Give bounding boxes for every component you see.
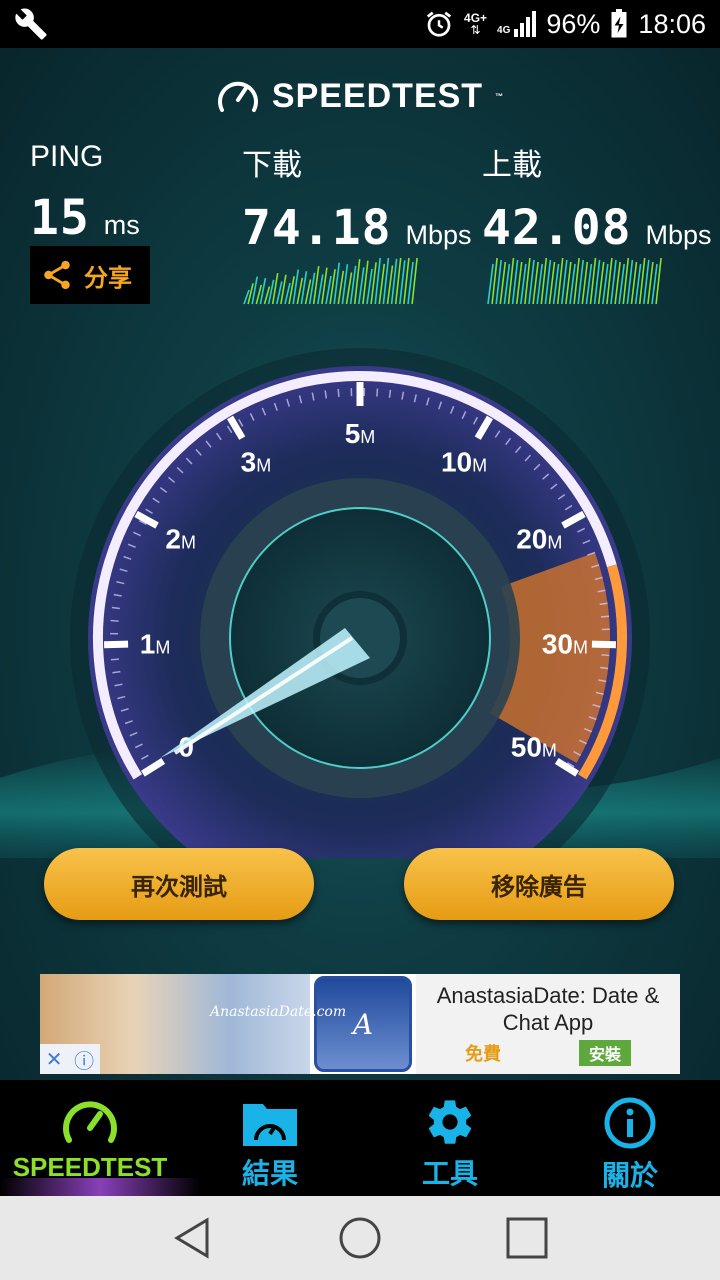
bottom-nav: SPEEDTEST 結果 工具 關於 [0,1080,720,1196]
share-icon [44,260,70,290]
upload-value: 42.08 [482,200,632,256]
ad-banner[interactable]: AnastasiaDate.com ✕ ⓘ A AnastasiaDate: D… [40,974,680,1074]
gauge-minor-tick [337,388,340,397]
gauge-minor-tick [110,658,119,661]
nav-about[interactable]: 關於 [540,1080,720,1196]
gear-icon [428,1100,472,1144]
nav-results[interactable]: 結果 [180,1080,360,1196]
download-unit: Mbps [405,220,472,250]
brand-name: SPEEDTEST [271,76,484,115]
nav-tools[interactable]: 工具 [360,1080,540,1196]
gauge-minor-tick [111,606,120,610]
ad-free-label: 免費 [464,1044,501,1065]
gauge-minor-tick [388,389,392,398]
ad-app-icon: A [314,976,412,1072]
battery-percent: 96% [546,8,601,39]
gauge-minor-tick [600,666,609,670]
folder-gauge-icon [243,1104,297,1146]
ping-metric: PING 15 ms [30,140,140,246]
battery-charging-icon [611,9,627,38]
main-panel: SPEEDTEST ™ PING 15 ms 下載 74.18 Mbps 上載 4… [0,48,720,1080]
ad-logo-text: AnastasiaDate.com [210,1004,347,1020]
trademark: ™ [495,91,505,101]
gauge-minor-tick [376,388,379,397]
alarm-icon [426,11,452,37]
nav-speedtest[interactable]: SPEEDTEST [0,1080,180,1196]
ping-value: 15 [30,190,90,246]
upload-unit: Mbps [645,220,712,250]
remove-ads-label: 移除廣告 [491,872,587,901]
clock: 18:06 [638,8,706,39]
gauge-major-tick [103,640,129,649]
nav-speedtest-label: SPEEDTEST [12,1152,168,1182]
close-icon[interactable]: ✕ [46,1047,63,1071]
ping-label: PING [30,140,104,173]
speedometer-icon [63,1101,117,1143]
retest-label: 再次測試 [131,872,227,901]
gauge-minor-tick [110,619,119,622]
signal-icon: 4G [497,11,537,37]
status-bar: 4G+ ⇅ 4G 96% 18:06 [0,0,720,48]
info-icon [604,1097,656,1149]
gauge-major-tick [591,640,617,649]
ad-choices[interactable]: ✕ ⓘ [40,1044,100,1074]
recents-icon[interactable] [505,1216,549,1260]
home-icon[interactable] [337,1215,383,1261]
back-icon[interactable] [171,1216,215,1260]
ad-title: AnastasiaDate: Date & Chat App [436,983,660,1035]
nav-results-label: 結果 [241,1157,298,1190]
system-nav-bar [0,1196,720,1280]
nav-tools-label: 工具 [421,1157,478,1190]
nav-about-label: 關於 [601,1159,658,1192]
info-icon[interactable]: ⓘ [74,1045,94,1074]
upload-label: 上載 [482,149,542,182]
download-label: 下載 [242,149,302,182]
upload-metric: 上載 42.08 Mbps [482,140,712,256]
ad-text: AnastasiaDate: Date & Chat App 免費 安裝 [416,974,680,1074]
speedometer-icon [217,81,258,112]
share-button[interactable]: 分享 [30,246,150,304]
retest-button[interactable]: 再次測試 [44,848,314,920]
network-indicator: 4G+ ⇅ [464,11,488,37]
ad-photo: AnastasiaDate.com ✕ ⓘ [40,974,346,1074]
gauge-minor-tick [601,615,610,618]
network-secondary: 4G [497,25,511,36]
ad-icon-letter: A [352,1007,374,1041]
ping-unit: ms [103,210,140,240]
ad-install-button[interactable]: 安裝 [578,1040,631,1066]
speed-gauge: 01M2M3M5M10M20M30M50M [0,348,720,858]
wrench-icon [15,8,47,40]
download-metric: 下載 74.18 Mbps [242,140,472,256]
download-value: 74.18 [242,200,392,256]
share-label: 分享 [84,263,132,292]
speedtest-logo: SPEEDTEST ™ [0,76,720,116]
remove-ads-button[interactable]: 移除廣告 [404,848,674,920]
gauge-minor-tick [601,654,610,657]
